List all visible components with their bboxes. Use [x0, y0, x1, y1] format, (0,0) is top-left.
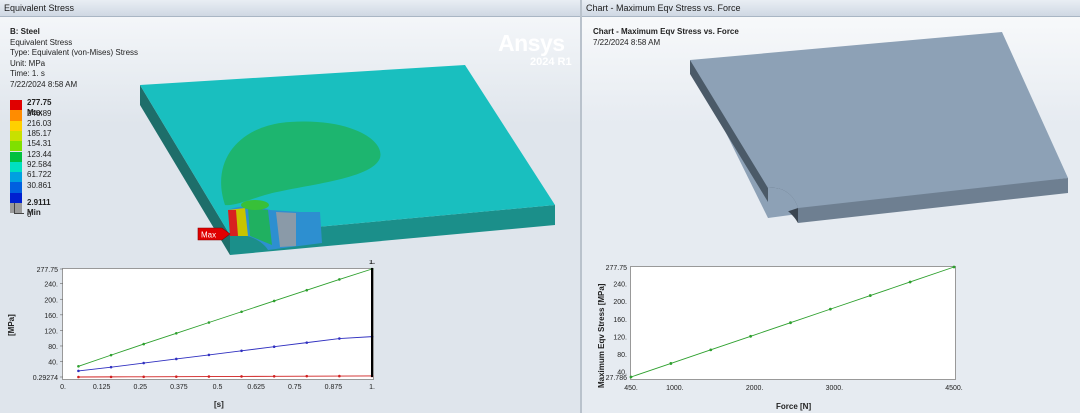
series-point: [272, 299, 276, 303]
force-chart-ylabel: Maximum Eqv Stress [MPa]: [597, 283, 606, 388]
y-tick-label: 277.75: [606, 265, 628, 272]
chart-pane[interactable]: Chart - Maximum Eqv Stress vs. Force Cha…: [582, 0, 1080, 413]
series-point: [952, 265, 956, 269]
series-point: [109, 375, 113, 379]
time-marker-label: 1.: [369, 260, 375, 266]
series-point: [207, 375, 211, 378]
series-line: [78, 336, 373, 372]
series-point: [240, 375, 243, 378]
series-point: [669, 362, 673, 365]
x-tick-label: 2000.: [746, 385, 764, 392]
series-point: [142, 361, 145, 365]
max-probe-text: Max: [201, 231, 216, 240]
series-point: [175, 331, 178, 335]
series-point: [338, 337, 341, 340]
x-tick-label: 0.75: [288, 384, 302, 391]
series-point: [272, 345, 276, 349]
series-point: [142, 375, 145, 379]
x-tick-label: 0.875: [325, 384, 343, 391]
x-tick-label: 450.: [624, 385, 638, 392]
plate-geometry-view[interactable]: [582, 0, 1080, 240]
force-chart[interactable]: Maximum Eqv Stress [MPa] Force [N] 277.7…: [582, 258, 1080, 413]
chart-ylabel: [MPa]: [7, 314, 16, 336]
y-tick-label: 80.: [617, 352, 627, 359]
series-point: [109, 365, 113, 369]
series-point: [789, 321, 792, 325]
time-history-chart[interactable]: [MPa] [s] 277.75 240. 200. 160. 120. 80. 40. 0.…: [0, 260, 580, 413]
y-tick-label: 120.: [44, 328, 58, 335]
series-point: [240, 310, 243, 314]
series-point: [207, 321, 211, 324]
series-point: [629, 375, 633, 379]
series-point: [175, 357, 178, 361]
series-point: [77, 375, 80, 379]
series-line: [78, 375, 373, 378]
x-tick-label: 3000.: [826, 385, 844, 392]
y-tick-label: 200.: [613, 299, 627, 306]
x-tick-label: 0.125: [93, 384, 111, 391]
x-tick-label: 0.: [60, 384, 66, 391]
series-point: [77, 369, 80, 373]
series-point: [305, 341, 309, 344]
y-tick-label: 0.29274: [33, 375, 58, 382]
x-tick-label: 0.625: [247, 384, 265, 391]
x-tick-label: 0.5: [213, 384, 223, 391]
series-point: [338, 278, 341, 281]
series-point: [828, 307, 832, 311]
x-tick-label: 1.: [369, 384, 375, 391]
series-point: [109, 353, 113, 357]
x-tick-label: 0.375: [170, 384, 188, 391]
series-point: [908, 280, 912, 284]
chart-xlabel: [s]: [214, 400, 224, 409]
series-line: [78, 268, 373, 367]
series-point: [305, 374, 309, 378]
series-point: [207, 353, 211, 357]
y-tick-label: 200.: [44, 297, 58, 304]
series-point: [142, 342, 145, 346]
series-point: [77, 364, 80, 368]
equivalent-stress-pane[interactable]: Equivalent Stress B: Steel Equivalent St…: [0, 0, 580, 413]
force-chart-xlabel: Force [N]: [776, 402, 811, 411]
series-point: [749, 334, 753, 338]
y-tick-label: 240.: [613, 282, 627, 289]
x-tick-label: 4500.: [945, 385, 963, 392]
hole-top-contour: [241, 200, 269, 210]
series-point: [338, 374, 341, 378]
y-tick-label: 160.: [44, 313, 58, 320]
series-point: [709, 348, 713, 352]
series-line: [630, 266, 955, 378]
x-tick-label: 0.25: [133, 384, 147, 391]
y-tick-label: 277.75: [37, 267, 59, 274]
y-tick-label: 240.: [44, 282, 58, 289]
y-tick-label: 40.: [48, 360, 58, 367]
y-tick-label: 120.: [613, 334, 627, 341]
x-tick-label: 1000.: [666, 385, 684, 392]
series-point: [175, 375, 178, 378]
series-point: [305, 288, 309, 292]
y-tick-label: 80.: [48, 344, 58, 351]
series-point: [868, 294, 872, 297]
series-point: [272, 374, 276, 378]
y-tick-label: 27.786: [606, 375, 628, 382]
series-point: [240, 349, 243, 353]
y-tick-label: 160.: [613, 317, 627, 324]
model-viewport[interactable]: Max: [0, 0, 580, 260]
